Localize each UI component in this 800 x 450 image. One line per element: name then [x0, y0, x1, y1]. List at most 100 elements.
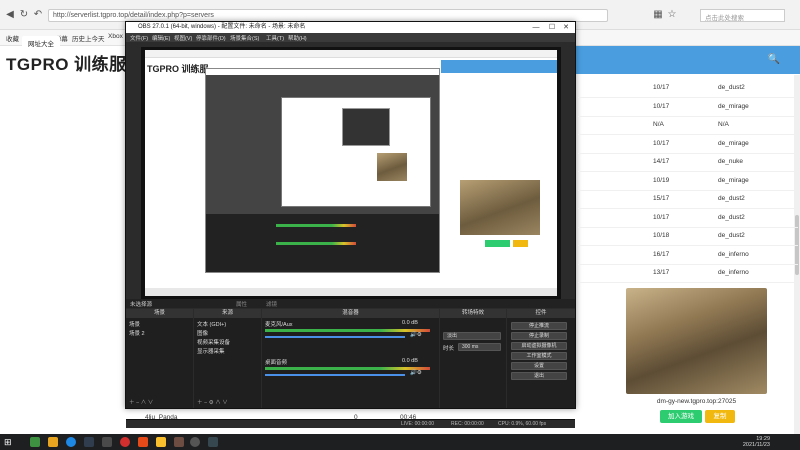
browser-tab[interactable]: 网址大全 [22, 36, 60, 49]
close-icon[interactable]: ✕ [559, 22, 573, 33]
obs-preview[interactable]: TGPRO 训练服 [141, 47, 561, 299]
menu-file[interactable]: 文件(F) [130, 34, 148, 42]
server-players: 10/17 [653, 84, 670, 91]
back-icon[interactable]: ◀ [4, 9, 16, 21]
maximize-icon[interactable]: ☐ [545, 22, 559, 33]
filters-button[interactable]: 滤镜 [266, 300, 277, 308]
stop-streaming-button[interactable]: 停止推流 [511, 322, 567, 330]
app-icon[interactable] [208, 437, 218, 447]
source-controls[interactable]: ＋ − ⚙ ∧ ∨ [197, 398, 228, 406]
copy-button[interactable]: 复制 [705, 410, 735, 423]
server-row[interactable]: N/A N/A [578, 117, 798, 135]
server-map: de_inferno [718, 250, 749, 258]
server-row[interactable]: 13/17 de_inferno [578, 265, 798, 283]
volume-meter [265, 367, 430, 370]
server-players: 15/17 [653, 195, 670, 202]
minimize-icon[interactable]: — [529, 22, 543, 33]
server-row[interactable]: 10/18 de_dust2 [578, 228, 798, 246]
scene-controls[interactable]: ＋ − ∧ ∨ [129, 398, 153, 406]
server-players: 10/17 [653, 102, 670, 110]
speaker-icon[interactable]: 🔊⚙ [410, 370, 422, 376]
app-icon[interactable] [48, 437, 58, 447]
source-item[interactable]: 显示器采集 [197, 347, 225, 355]
server-players: 10/17 [653, 213, 670, 221]
menu-edit[interactable]: 编辑(E) [152, 34, 170, 42]
folder-icon[interactable] [102, 437, 112, 447]
captured-browser-bar [145, 50, 557, 58]
obs-titlebar: OBS 27.0.1 (64-bit, windows) - 配置文件: 未命名… [126, 22, 575, 33]
app-icon[interactable] [174, 437, 184, 447]
menu-docks[interactable]: 停靠部件(D) [196, 34, 226, 42]
settings-button[interactable]: 设置 [511, 362, 567, 370]
star-icon[interactable]: ☆ [666, 9, 678, 21]
volume-slider[interactable] [265, 374, 405, 376]
server-map: de_dust2 [718, 213, 745, 221]
server-row[interactable]: 15/17 de_dust2 [578, 191, 798, 209]
server-players: 10/19 [653, 176, 670, 184]
server-map: de_mirage [718, 139, 749, 147]
mixer-channel-db: 0.0 dB [402, 358, 418, 364]
captured-join-button [485, 240, 510, 247]
search-icon[interactable]: 🔍 [768, 54, 780, 65]
obs-icon[interactable] [190, 437, 200, 447]
transitions-dock: 淡出 时长 300 ms [440, 318, 506, 408]
server-row[interactable]: 14/17 de_nuke [578, 154, 798, 172]
refresh-icon[interactable]: ↻ [18, 9, 30, 21]
wechat-icon[interactable] [30, 437, 40, 447]
grid-icon[interactable]: ▦ [652, 9, 664, 21]
menu-view[interactable]: 视图(V) [174, 34, 192, 42]
join-game-button[interactable]: 加入游戏 [660, 410, 702, 423]
server-row[interactable]: 16/17 de_inferno [578, 247, 798, 265]
start-icon[interactable]: ⊞ [4, 437, 14, 447]
menu-tools[interactable]: 工具(T) [266, 34, 284, 42]
menu-scene-collection[interactable]: 场景集合(S) [230, 34, 259, 42]
server-players: 16/17 [653, 250, 670, 258]
menu-help[interactable]: 帮助(H) [288, 34, 307, 42]
studio-mode-button[interactable]: 工作室模式 [511, 352, 567, 360]
steam-icon[interactable] [84, 437, 94, 447]
server-row[interactable]: 10/17 de_mirage [578, 136, 798, 154]
captured-copy-button [513, 240, 528, 247]
transitions-dock-title: 转场特效 [440, 309, 506, 318]
server-map: de_mirage [718, 102, 749, 110]
captured-logo: TGPRO 训练服 [147, 64, 209, 74]
source-toolbar: 未选择源 属性 滤镜 [126, 299, 575, 308]
scene-item[interactable]: 场景 2 [129, 329, 145, 337]
server-row[interactable]: 10/17 de_dust2 [578, 80, 798, 98]
server-players: 10/18 [653, 232, 670, 239]
source-item[interactable]: 文本 (GDI+) [197, 320, 226, 328]
site-logo[interactable]: TGPRO 训练服 [6, 50, 127, 75]
server-row[interactable]: 10/17 de_mirage [578, 99, 798, 117]
exit-button[interactable]: 退出 [511, 372, 567, 380]
server-map: de_dust2 [718, 232, 745, 239]
scene-item[interactable]: 场景 [129, 320, 140, 328]
app-icon[interactable] [120, 437, 130, 447]
server-players: N/A [653, 121, 664, 128]
volume-slider[interactable] [265, 336, 405, 338]
stop-recording-button[interactable]: 停止录制 [511, 332, 567, 340]
virtual-camera-button[interactable]: 启动虚拟摄像机 [511, 342, 567, 350]
browser-icon[interactable] [66, 437, 76, 447]
duration-input[interactable]: 300 ms [458, 343, 501, 351]
obs-title: OBS 27.0.1 (64-bit, windows) - 配置文件: 未命名… [138, 24, 306, 30]
properties-button[interactable]: 属性 [236, 300, 247, 308]
taskbar-clock[interactable]: 19:29 2021/11/23 [743, 436, 770, 448]
app-icon[interactable] [138, 437, 148, 447]
nested-obs-capture [205, 68, 440, 273]
app-icon[interactable] [156, 437, 166, 447]
server-map: de_mirage [718, 176, 749, 184]
server-row[interactable]: 10/17 de_dust2 [578, 210, 798, 228]
source-item[interactable]: 视频采集设备 [197, 338, 230, 346]
mixer-channel-name: 桌面音频 [265, 360, 288, 366]
mixer-dock-title: 混音器 [262, 309, 439, 318]
server-row[interactable]: 10/19 de_mirage [578, 173, 798, 191]
undo-icon[interactable]: ↶ [32, 9, 44, 21]
obs-window: OBS 27.0.1 (64-bit, windows) - 配置文件: 未命名… [125, 21, 576, 428]
browser-search-input[interactable]: 点击此处搜索 [700, 9, 785, 22]
server-map: de_dust2 [718, 84, 745, 91]
server-players: 13/17 [653, 269, 670, 276]
speaker-icon[interactable]: 🔊⚙ [410, 332, 422, 338]
nested-meter [276, 242, 356, 245]
source-item[interactable]: 图像 [197, 329, 208, 337]
transition-select[interactable]: 淡出 [443, 332, 501, 340]
